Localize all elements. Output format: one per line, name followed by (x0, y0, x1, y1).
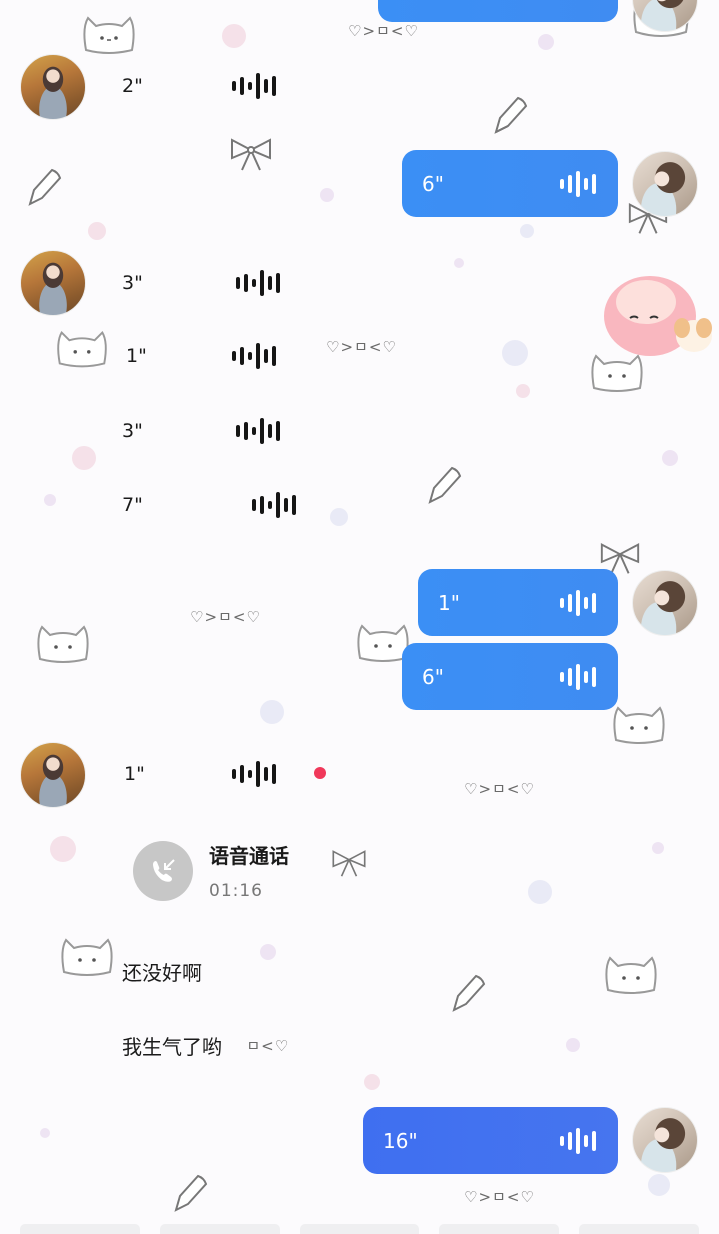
pencil-icon (452, 974, 486, 1012)
decor-dot (50, 836, 76, 862)
voice-duration: 7" (122, 494, 143, 516)
voice-bubble[interactable]: 6" (402, 643, 618, 710)
cat-sticker-icon (57, 330, 107, 368)
toolbar-tab[interactable] (439, 1224, 560, 1234)
decor-dot (330, 508, 348, 526)
voice-bubble[interactable]: 1" (418, 569, 618, 636)
peach-sticker-icon (604, 276, 712, 356)
text-message-emoticon: ㅁ<♡ (246, 1037, 290, 1055)
voice-bubble[interactable]: 16" (363, 1107, 618, 1174)
voice-duration: 3" (122, 420, 143, 442)
cat-sticker-icon (613, 706, 665, 744)
voice-bubble[interactable]: 6" (402, 150, 618, 217)
decor-dot (72, 446, 96, 470)
bow-icon (231, 138, 271, 171)
decor-dot (454, 258, 464, 268)
decor-dot (222, 24, 246, 48)
call-duration: 01:16 (209, 881, 263, 901)
decor-dot (520, 224, 534, 238)
cat-sticker-icon (83, 16, 135, 54)
text-message-body: 我生气了哟 (122, 1035, 222, 1059)
voice-duration: 1" (124, 763, 145, 785)
kaomoji-decor: ♡>ㅁ<♡ (190, 608, 261, 626)
voice-duration: 3" (122, 272, 143, 294)
kaomoji-decor: ♡>ㅁ<♡ (348, 22, 419, 40)
my-avatar[interactable] (632, 151, 698, 217)
decor-dot (502, 340, 528, 366)
voice-bubble-partial[interactable] (378, 0, 618, 22)
decor-dot (88, 222, 106, 240)
voice-message[interactable]: 1" (126, 336, 296, 376)
pencil-icon (494, 96, 528, 134)
contact-avatar[interactable] (20, 742, 86, 808)
pencil-icon (174, 1174, 208, 1212)
voice-wave-icon (560, 1127, 596, 1155)
voice-duration: 6" (422, 664, 444, 689)
voice-wave-icon (236, 269, 280, 297)
voice-wave-icon (232, 72, 276, 100)
decor-dot (40, 1128, 50, 1138)
text-message[interactable]: 还没好啊 (122, 957, 202, 986)
decor-dot (652, 842, 664, 854)
voice-wave-icon (560, 170, 596, 198)
voice-message[interactable]: 3" (122, 263, 292, 303)
voice-message[interactable]: 7" (122, 485, 312, 525)
decor-dot (320, 188, 334, 202)
voice-duration: 1" (438, 590, 460, 615)
voice-message[interactable]: 3" (122, 411, 292, 451)
voice-wave-icon (232, 342, 276, 370)
toolbar-tab[interactable] (20, 1224, 140, 1234)
voice-wave-icon (560, 663, 596, 691)
contact-avatar[interactable] (20, 250, 86, 316)
call-title: 语音通话 (209, 844, 289, 868)
voice-wave-icon (236, 417, 280, 445)
bow-icon (332, 850, 366, 877)
text-message[interactable]: 我生气了哟 ㅁ<♡ (122, 1031, 288, 1060)
decor-dot (528, 880, 552, 904)
unread-indicator (314, 767, 326, 779)
cat-sticker-icon (37, 625, 89, 663)
voice-duration: 6" (422, 171, 444, 196)
kaomoji-decor: ♡>ㅁ<♡ (464, 780, 535, 798)
voice-duration: 16" (383, 1128, 418, 1153)
pencil-icon (428, 466, 462, 504)
voice-wave-icon (252, 491, 296, 519)
bottom-toolbar (0, 1224, 719, 1234)
voice-message[interactable]: 2" (122, 66, 282, 106)
decor-dot (44, 494, 56, 506)
decor-dot (662, 450, 678, 466)
decor-dot (538, 34, 554, 50)
decor-dot (648, 1174, 670, 1196)
my-avatar[interactable] (632, 1107, 698, 1173)
decor-dot (260, 944, 276, 960)
my-avatar[interactable] (632, 570, 698, 636)
voice-wave-icon (560, 589, 596, 617)
contact-avatar[interactable] (20, 54, 86, 120)
kaomoji-decor: ♡>ㅁ<♡ (326, 338, 397, 356)
kaomoji-decor: ♡>ㅁ<♡ (464, 1188, 535, 1206)
cat-sticker-icon (61, 938, 113, 976)
decor-dot (260, 700, 284, 724)
toolbar-tab[interactable] (299, 1224, 420, 1234)
phone-missed-icon (133, 840, 193, 901)
voice-message[interactable]: 1" (124, 754, 294, 794)
voice-duration: 1" (126, 345, 147, 367)
voice-wave-icon (232, 760, 276, 788)
toolbar-tab[interactable] (159, 1224, 280, 1234)
pencil-icon (28, 168, 62, 206)
voice-duration: 2" (122, 75, 143, 97)
decor-dot (566, 1038, 580, 1052)
decor-dot (364, 1074, 380, 1090)
cat-sticker-icon (605, 956, 657, 994)
cat-sticker-icon (591, 354, 643, 392)
voice-call-record[interactable]: 语音通话 01:16 (133, 840, 289, 901)
decor-dot (516, 384, 530, 398)
toolbar-tab[interactable] (579, 1224, 699, 1234)
